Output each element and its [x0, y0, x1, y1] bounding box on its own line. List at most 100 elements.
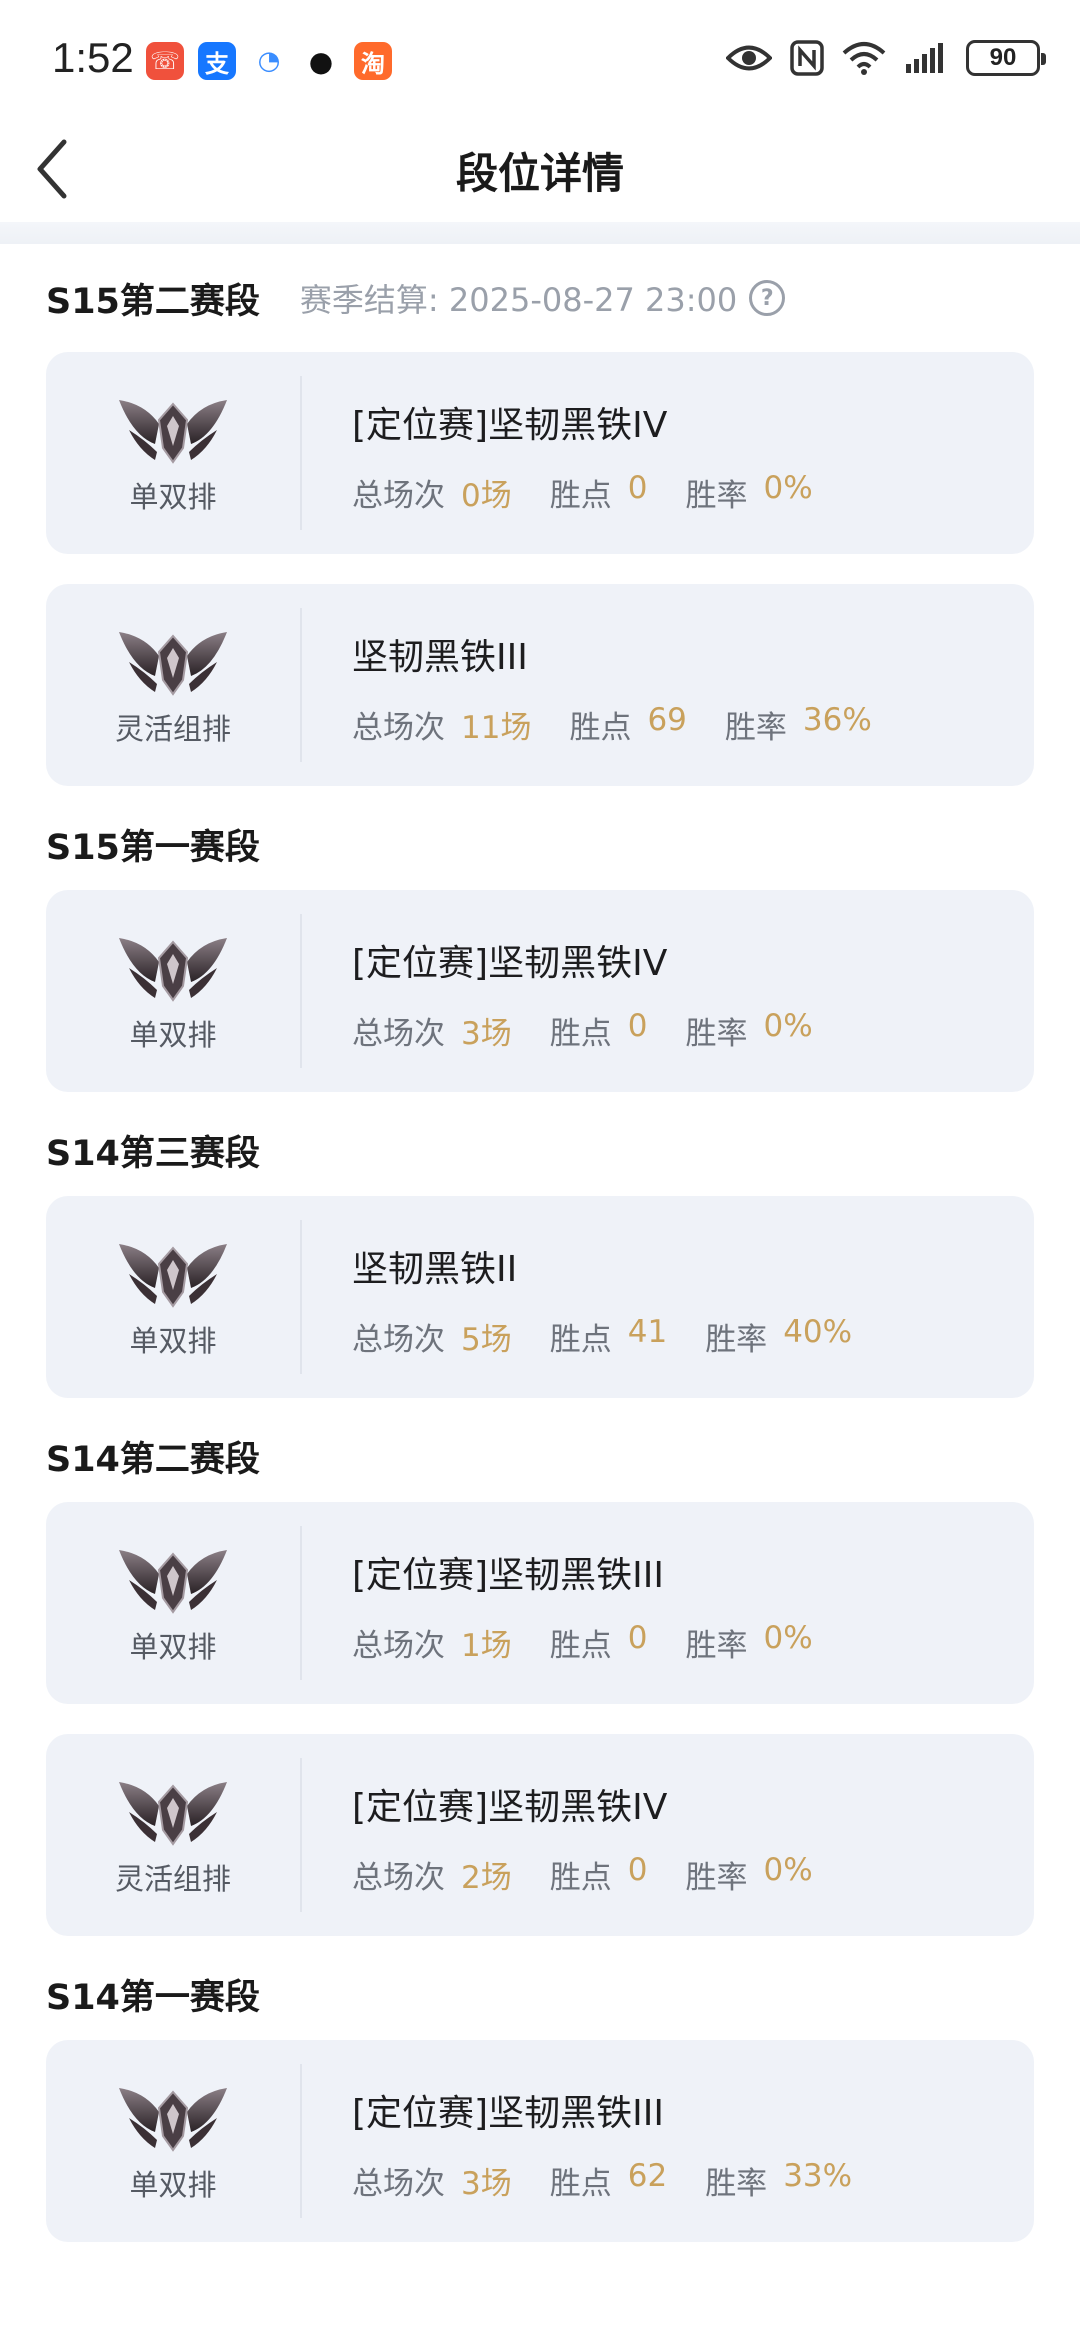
games-value: 1场 [461, 1628, 512, 1664]
games-value: 11场 [461, 710, 532, 746]
season-title: S14第三赛段 [46, 1133, 260, 1174]
iron-rank-emblem-icon [119, 400, 227, 464]
message-notification-icon: ◔ [250, 42, 288, 80]
top-nav-bar: 段位详情 [0, 120, 1080, 225]
games-value: 3场 [461, 2166, 512, 2202]
games-label: 总场次 [352, 1016, 445, 1052]
winrate-label: 胜率 [724, 710, 787, 746]
season-section-header: S14第三赛段 [0, 1104, 1080, 1196]
winrate-value: 40% [783, 1314, 853, 1350]
system-icons: 90 [726, 40, 1046, 76]
winrate-value: 36% [802, 702, 872, 738]
iron-rank-emblem-icon [119, 1244, 227, 1308]
battery-indicator: 90 [966, 40, 1046, 76]
season-settle-text: 赛季结算: 2025-08-27 23:00 [299, 281, 738, 319]
rank-stats: 总场次 11场 胜点 69 胜率 36% [352, 702, 910, 747]
winrate-value: 0% [763, 1008, 813, 1044]
games-value: 2场 [461, 1860, 512, 1896]
queue-type: 单双排 [129, 1324, 217, 1358]
games-label: 总场次 [352, 1322, 445, 1358]
signal-icon [906, 43, 943, 73]
points-label: 胜点 [549, 1016, 612, 1052]
rank-stats: 总场次 3场 胜点 62 胜率 33% [352, 2158, 890, 2203]
games-label: 总场次 [352, 1628, 445, 1664]
rank-badge: 单双排 [46, 2040, 300, 2242]
rank-card[interactable]: 灵活组排 [定位赛]坚韧黑铁IV 总场次 2场 胜点 0 胜率 0% [46, 1734, 1034, 1936]
rank-card[interactable]: 单双排 [定位赛]坚韧黑铁III 总场次 3场 胜点 62 胜率 33% [46, 2040, 1034, 2242]
season-section-header: S14第一赛段 [0, 1948, 1080, 2040]
winrate-label: 胜率 [685, 1860, 748, 1896]
rank-history-list: S15第二赛段 赛季结算: 2025-08-27 23:00? 单双排 [定位赛]… [0, 244, 1080, 2272]
season-title: S15第二赛段 [46, 281, 260, 322]
help-icon[interactable]: ? [749, 280, 786, 316]
iron-rank-emblem-icon [119, 2088, 227, 2152]
rank-name: 坚韧黑铁III [352, 637, 528, 678]
rank-card[interactable]: 单双排 坚韧黑铁II 总场次 5场 胜点 41 胜率 40% [46, 1196, 1034, 1398]
rank-name: [定位赛]坚韧黑铁IV [352, 405, 668, 446]
battery-level: 90 [989, 44, 1017, 71]
points-label: 胜点 [569, 710, 632, 746]
rank-card[interactable]: 灵活组排 坚韧黑铁III 总场次 11场 胜点 69 胜率 36% [46, 584, 1034, 786]
winrate-label: 胜率 [685, 1628, 748, 1664]
winrate-value: 0% [763, 1620, 813, 1656]
rank-name: 坚韧黑铁II [352, 1249, 518, 1290]
card-divider [300, 2064, 302, 2218]
card-divider [300, 914, 302, 1068]
card-divider [300, 376, 302, 530]
queue-type: 单双排 [129, 2168, 217, 2202]
points-value: 62 [627, 2158, 668, 2194]
games-label: 总场次 [352, 2166, 445, 2202]
season-section-header: S14第二赛段 [0, 1410, 1080, 1502]
points-label: 胜点 [549, 2166, 612, 2202]
season-settle-info: 赛季结算: 2025-08-27 23:00? [299, 275, 786, 321]
status-bar: 1:52 ☏ 支 ◔ ● 淘 90 [0, 0, 1080, 120]
points-value: 0 [627, 1008, 648, 1044]
points-label: 胜点 [549, 1322, 612, 1358]
card-divider [300, 1220, 302, 1374]
rank-card[interactable]: 单双排 [定位赛]坚韧黑铁IV 总场次 3场 胜点 0 胜率 0% [46, 890, 1034, 1092]
eye-icon [726, 45, 772, 71]
season-title: S15第一赛段 [46, 827, 260, 868]
iron-rank-emblem-icon [119, 1550, 227, 1614]
iron-rank-emblem-icon [119, 938, 227, 1002]
points-value: 69 [647, 702, 687, 738]
iron-rank-emblem-icon [119, 1782, 227, 1846]
rank-badge: 单双排 [46, 1502, 300, 1704]
rank-badge: 灵活组排 [46, 584, 300, 786]
points-value: 0 [627, 1620, 648, 1656]
points-value: 0 [627, 470, 648, 506]
rank-badge: 灵活组排 [46, 1734, 300, 1936]
games-value: 0场 [461, 478, 512, 514]
games-value: 5场 [461, 1322, 512, 1358]
card-divider [300, 1526, 302, 1680]
rank-card[interactable]: 单双排 [定位赛]坚韧黑铁IV 总场次 0场 胜点 0 胜率 0% [46, 352, 1034, 554]
rank-name: [定位赛]坚韧黑铁III [352, 2093, 664, 2134]
points-value: 0 [627, 1852, 648, 1888]
winrate-label: 胜率 [705, 1322, 768, 1358]
alipay-notification-icon: 支 [198, 42, 236, 80]
points-label: 胜点 [549, 478, 612, 514]
card-divider [300, 608, 302, 762]
rank-name: [定位赛]坚韧黑铁III [352, 1555, 664, 1596]
iron-rank-emblem-icon [119, 632, 227, 696]
winrate-value: 0% [763, 1852, 813, 1888]
queue-type: 灵活组排 [114, 712, 231, 746]
points-label: 胜点 [549, 1860, 612, 1896]
app-notification-icon: ☏ [146, 42, 184, 80]
winrate-value: 0% [763, 470, 813, 506]
points-value: 41 [627, 1314, 668, 1350]
games-label: 总场次 [352, 710, 445, 746]
games-label: 总场次 [352, 478, 445, 514]
rank-card[interactable]: 单双排 [定位赛]坚韧黑铁III 总场次 1场 胜点 0 胜率 0% [46, 1502, 1034, 1704]
taobao-notification-icon: 淘 [354, 42, 392, 80]
queue-type: 灵活组排 [114, 1862, 231, 1896]
rank-stats: 总场次 3场 胜点 0 胜率 0% [352, 1008, 851, 1053]
page-title: 段位详情 [455, 149, 624, 198]
winrate-label: 胜率 [685, 1016, 748, 1052]
rank-name: [定位赛]坚韧黑铁IV [352, 1787, 668, 1828]
winrate-label: 胜率 [685, 478, 748, 514]
header-divider [0, 222, 1080, 244]
nfc-icon [790, 40, 824, 76]
wifi-icon [842, 42, 886, 75]
rank-name: [定位赛]坚韧黑铁IV [352, 943, 668, 984]
